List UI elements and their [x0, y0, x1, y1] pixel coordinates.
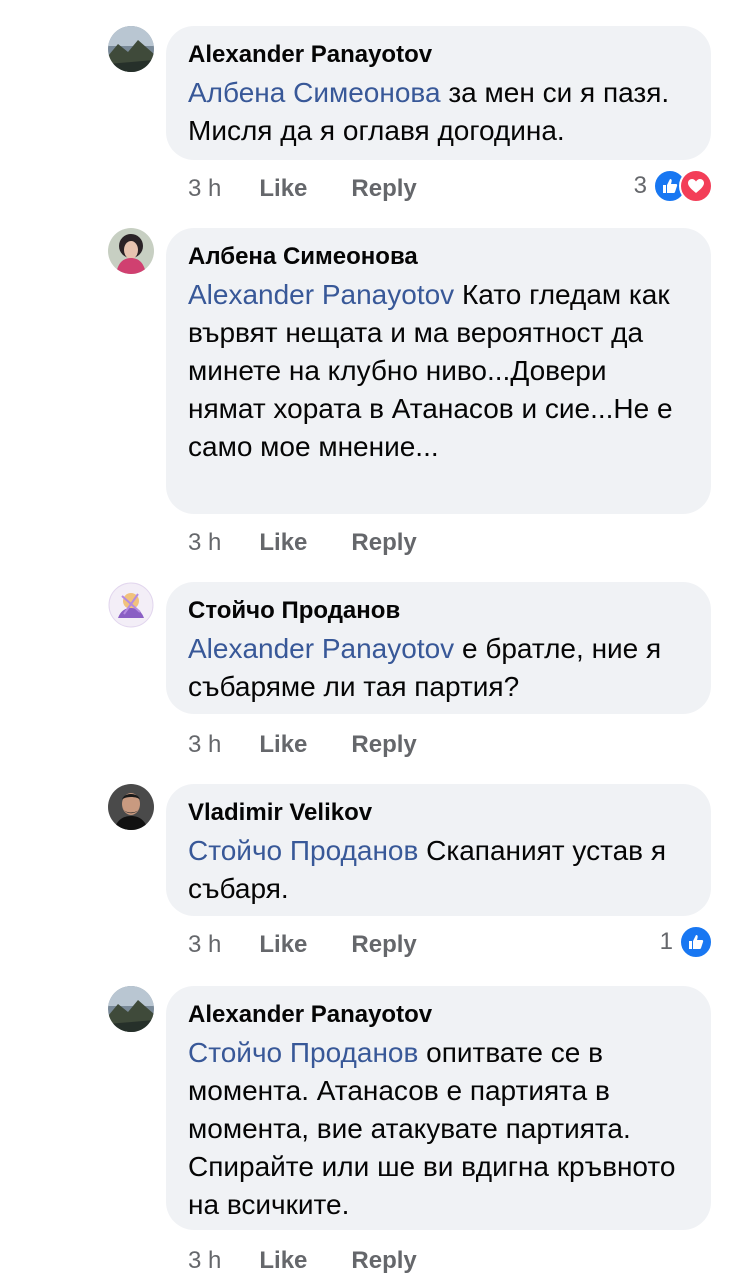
comment-actions: 3 h Like Reply	[188, 930, 417, 960]
reply-button[interactable]: Reply	[351, 731, 416, 759]
comment-time[interactable]: 3 h	[188, 731, 221, 759]
reaction-count: 1	[659, 928, 673, 955]
comment-actions: 3 h Like Reply	[188, 1246, 417, 1276]
like-button[interactable]: Like	[259, 731, 307, 759]
comment-author[interactable]: Албена Симеонова	[188, 242, 689, 272]
comment-actions: 3 h Like Reply	[188, 174, 417, 204]
comment-actions: 3 h Like Reply	[188, 730, 417, 760]
comment-text: Стойчо Проданов Скапаният устав я събаря…	[188, 832, 689, 908]
like-button[interactable]: Like	[259, 1247, 307, 1275]
reply-button[interactable]: Reply	[351, 175, 416, 203]
comment-bubble: Vladimir Velikov Стойчо Проданов Скапани…	[166, 784, 711, 916]
reaction-count: 3	[633, 172, 647, 199]
avatar[interactable]	[108, 228, 154, 274]
mention-link[interactable]: Alexander Panayotov	[188, 633, 454, 664]
comment-text: Стойчо Проданов опитвате се в момента. А…	[188, 1034, 689, 1224]
comment-author[interactable]: Alexander Panayotov	[188, 40, 689, 70]
avatar[interactable]	[108, 784, 154, 830]
avatar[interactable]	[108, 582, 154, 628]
reply-button[interactable]: Reply	[351, 931, 416, 959]
comment-author[interactable]: Alexander Panayotov	[188, 1000, 689, 1030]
comment-bubble: Alexander Panayotov Албена Симеонова за …	[166, 26, 711, 160]
reactions-summary[interactable]: 3	[633, 169, 713, 203]
reply-button[interactable]: Reply	[351, 529, 416, 557]
comment-time[interactable]: 3 h	[188, 529, 221, 557]
mention-link[interactable]: Стойчо Проданов	[188, 1037, 418, 1068]
comment-text: Alexander Panayotov е братле, ние я съба…	[188, 630, 689, 706]
comment-text: Албена Симеонова за мен си я пазя. Мисля…	[188, 74, 689, 150]
reactions-summary[interactable]: 1	[659, 925, 713, 959]
comment-author[interactable]: Vladimir Velikov	[188, 798, 689, 828]
heart-icon	[679, 169, 713, 203]
reply-button[interactable]: Reply	[351, 1247, 416, 1275]
thumbs-up-icon	[679, 925, 713, 959]
comment-bubble: Албена Симеонова Alexander Panayotov Кат…	[166, 228, 711, 514]
like-button[interactable]: Like	[259, 175, 307, 203]
like-button[interactable]: Like	[259, 529, 307, 557]
like-button[interactable]: Like	[259, 931, 307, 959]
avatar[interactable]	[108, 986, 154, 1032]
comment-time[interactable]: 3 h	[188, 1247, 221, 1275]
comment-time[interactable]: 3 h	[188, 931, 221, 959]
comment-author[interactable]: Стойчо Проданов	[188, 596, 689, 626]
comment-text: Alexander Panayotov Като гледам как върв…	[188, 276, 689, 466]
mention-link[interactable]: Alexander Panayotov	[188, 279, 454, 310]
comment-bubble: Alexander Panayotov Стойчо Проданов опит…	[166, 986, 711, 1230]
avatar[interactable]	[108, 26, 154, 72]
comment-time[interactable]: 3 h	[188, 175, 221, 203]
mention-link[interactable]: Албена Симеонова	[188, 77, 441, 108]
mention-link[interactable]: Стойчо Проданов	[188, 835, 418, 866]
comment-bubble: Стойчо Проданов Alexander Panayotov е бр…	[166, 582, 711, 714]
comment-actions: 3 h Like Reply	[188, 528, 417, 558]
